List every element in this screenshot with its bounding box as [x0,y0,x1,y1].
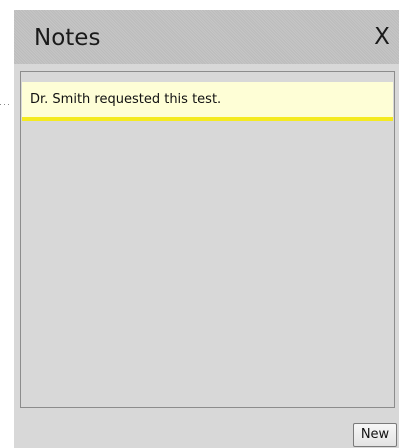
new-note-button[interactable]: New [353,423,397,447]
panel-title: Notes [34,25,101,51]
notes-list: Dr. Smith requested this test. [20,71,395,408]
notes-panel: Notes X Dr. Smith requested this test. N… [14,10,399,448]
connector-dots [0,102,14,106]
note-text: Dr. Smith requested this test. [30,92,222,107]
note-item[interactable]: Dr. Smith requested this test. [22,82,393,121]
close-button[interactable]: X [369,22,395,52]
notes-header: Notes X [14,10,399,64]
